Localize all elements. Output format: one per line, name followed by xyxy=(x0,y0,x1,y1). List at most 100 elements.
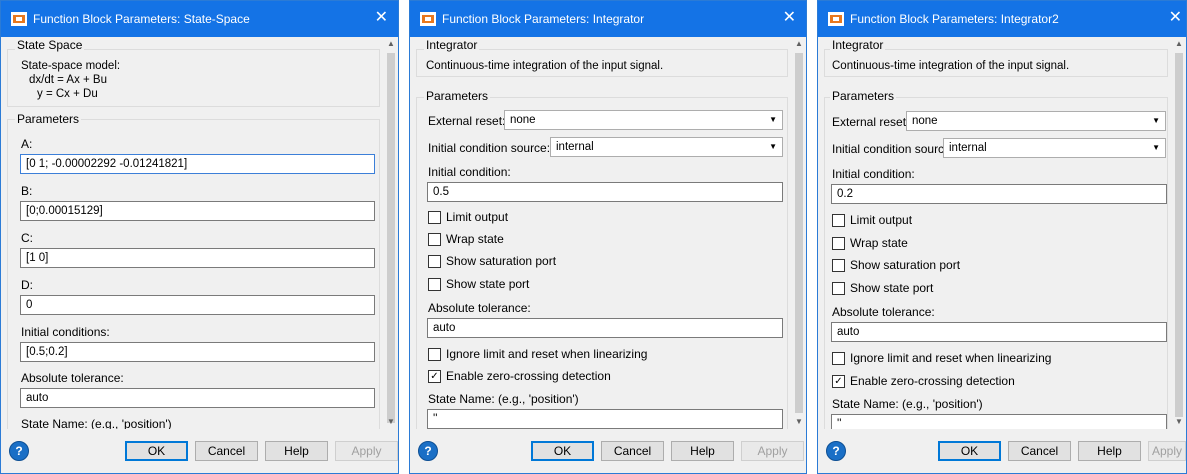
zero-crossing-checkbox[interactable]: ✓ Enable zero-crossing detection xyxy=(428,369,611,383)
initial-condition-input[interactable]: 0.2 xyxy=(831,184,1167,204)
d-matrix-input[interactable]: 0 xyxy=(20,295,375,315)
external-reset-select[interactable]: none ▼ xyxy=(906,111,1166,131)
help-button[interactable]: Help xyxy=(265,441,328,461)
help-icon[interactable]: ? xyxy=(826,441,846,461)
field-label-absolute-tolerance: Absolute tolerance: xyxy=(21,371,124,385)
checkbox-box[interactable] xyxy=(832,281,845,295)
scroll-down-icon[interactable]: ▼ xyxy=(384,415,398,429)
c-matrix-input[interactable]: [1 0] xyxy=(20,248,375,268)
apply-button[interactable]: Apply xyxy=(335,441,398,461)
ignore-limit-checkbox[interactable]: Ignore limit and reset when linearizing xyxy=(428,347,647,361)
help-button[interactable]: Help xyxy=(671,441,734,461)
ic-source-select[interactable]: internal ▼ xyxy=(550,137,783,157)
checkbox-label: Show saturation port xyxy=(446,254,557,268)
limit-output-checkbox[interactable]: Limit output xyxy=(832,213,912,227)
scroll-up-icon[interactable]: ▲ xyxy=(792,37,806,51)
scroll-thumb[interactable] xyxy=(387,53,395,423)
absolute-tolerance-input[interactable]: auto xyxy=(427,318,783,338)
initial-condition-input[interactable]: 0.5 xyxy=(427,182,783,202)
field-label-b: B: xyxy=(21,184,33,198)
zero-crossing-checkbox[interactable]: ✓ Enable zero-crossing detection xyxy=(832,374,1015,388)
help-icon[interactable]: ? xyxy=(9,441,29,461)
field-label-c: C: xyxy=(21,231,33,245)
matlab-block-icon xyxy=(828,12,844,26)
block-description: Continuous-time integration of the input… xyxy=(832,60,1070,72)
checkbox-label: Limit output xyxy=(446,210,509,224)
checkbox-box[interactable] xyxy=(832,258,845,272)
help-icon[interactable]: ? xyxy=(418,441,438,461)
checkmark-icon[interactable]: ✓ xyxy=(428,369,441,383)
checkbox-box[interactable] xyxy=(832,213,845,227)
close-icon[interactable]: ✕ xyxy=(783,10,796,26)
state-name-input[interactable]: '' xyxy=(427,409,783,429)
checkbox-box[interactable] xyxy=(832,351,845,365)
checkbox-box[interactable] xyxy=(428,232,441,246)
title-bar[interactable]: Function Block Parameters: Integrator2 ✕ xyxy=(818,1,1186,37)
field-label-a: A: xyxy=(21,137,33,151)
parameters-title: Parameters xyxy=(424,89,491,103)
field-label-state-name: State Name: (e.g., 'position') xyxy=(21,417,172,429)
block-description: Continuous-time integration of the input… xyxy=(426,60,664,72)
scroll-up-icon[interactable]: ▲ xyxy=(384,37,398,51)
vertical-scrollbar[interactable]: ▲ ▼ xyxy=(792,37,806,429)
desc-line: y = Cx + Du xyxy=(37,88,98,100)
apply-button[interactable]: Apply xyxy=(741,441,804,461)
close-icon[interactable]: ✕ xyxy=(375,10,388,26)
external-reset-label: External reset: xyxy=(832,115,910,129)
scroll-thumb[interactable] xyxy=(795,53,803,413)
checkbox-box[interactable] xyxy=(832,236,845,250)
vertical-scrollbar[interactable]: ▲ ▼ xyxy=(384,37,398,429)
parameters-title: Parameters xyxy=(830,89,897,103)
checkbox-box[interactable] xyxy=(428,210,441,224)
initial-condition-label: Initial condition: xyxy=(832,167,915,181)
help-button[interactable]: Help xyxy=(1078,441,1141,461)
a-matrix-input[interactable]: [0 1; -0.00002292 -0.01241821] xyxy=(20,154,375,174)
scroll-up-icon[interactable]: ▲ xyxy=(1172,37,1186,51)
ok-button[interactable]: OK xyxy=(938,441,1001,461)
select-value: none xyxy=(912,115,938,127)
title-bar[interactable]: Function Block Parameters: State-Space ✕ xyxy=(1,1,398,37)
dialog-footer: ? OK Cancel Help Apply xyxy=(818,429,1186,473)
checkbox-label: Limit output xyxy=(850,213,913,227)
ok-button[interactable]: OK xyxy=(125,441,188,461)
parameters-title: Parameters xyxy=(15,112,82,126)
checkbox-label: Show saturation port xyxy=(850,258,961,272)
scroll-thumb[interactable] xyxy=(1175,53,1183,417)
checkbox-box[interactable] xyxy=(428,277,441,291)
initial-conditions-input[interactable]: [0.5;0.2] xyxy=(20,342,375,362)
close-icon[interactable]: ✕ xyxy=(1169,10,1182,26)
checkbox-box[interactable] xyxy=(428,347,441,361)
ignore-limit-checkbox[interactable]: Ignore limit and reset when linearizing xyxy=(832,351,1051,365)
scroll-down-icon[interactable]: ▼ xyxy=(1172,415,1186,429)
checkmark-icon[interactable]: ✓ xyxy=(832,374,845,388)
cancel-button[interactable]: Cancel xyxy=(601,441,664,461)
apply-button[interactable]: Apply xyxy=(1148,441,1186,461)
show-saturation-port-checkbox[interactable]: Show saturation port xyxy=(428,254,556,268)
limit-output-checkbox[interactable]: Limit output xyxy=(428,210,508,224)
absolute-tolerance-input[interactable]: auto xyxy=(831,322,1167,342)
chevron-down-icon: ▼ xyxy=(1152,116,1160,125)
cancel-button[interactable]: Cancel xyxy=(195,441,258,461)
show-state-port-checkbox[interactable]: Show state port xyxy=(428,277,529,291)
b-matrix-input[interactable]: [0;0.00015129] xyxy=(20,201,375,221)
state-name-input[interactable]: '' xyxy=(831,414,1167,429)
ic-source-select[interactable]: internal ▼ xyxy=(943,138,1166,158)
show-saturation-port-checkbox[interactable]: Show saturation port xyxy=(832,258,960,272)
cancel-button[interactable]: Cancel xyxy=(1008,441,1071,461)
show-state-port-checkbox[interactable]: Show state port xyxy=(832,281,933,295)
title-bar[interactable]: Function Block Parameters: Integrator ✕ xyxy=(410,1,806,37)
wrap-state-checkbox[interactable]: Wrap state xyxy=(428,232,504,246)
checkbox-label: Enable zero-crossing detection xyxy=(446,369,611,383)
external-reset-select[interactable]: none ▼ xyxy=(504,110,783,130)
select-value: internal xyxy=(949,142,987,154)
dialog-content: Integrator Continuous-time integration o… xyxy=(410,37,792,429)
absolute-tolerance-input[interactable]: auto xyxy=(20,388,375,408)
chevron-down-icon: ▼ xyxy=(1152,143,1160,152)
absolute-tolerance-label: Absolute tolerance: xyxy=(832,305,935,319)
scroll-down-icon[interactable]: ▼ xyxy=(792,415,806,429)
window-title: Function Block Parameters: State-Space xyxy=(33,12,250,26)
ok-button[interactable]: OK xyxy=(531,441,594,461)
checkbox-box[interactable] xyxy=(428,254,441,268)
wrap-state-checkbox[interactable]: Wrap state xyxy=(832,236,908,250)
vertical-scrollbar[interactable]: ▲ ▼ xyxy=(1172,37,1186,429)
